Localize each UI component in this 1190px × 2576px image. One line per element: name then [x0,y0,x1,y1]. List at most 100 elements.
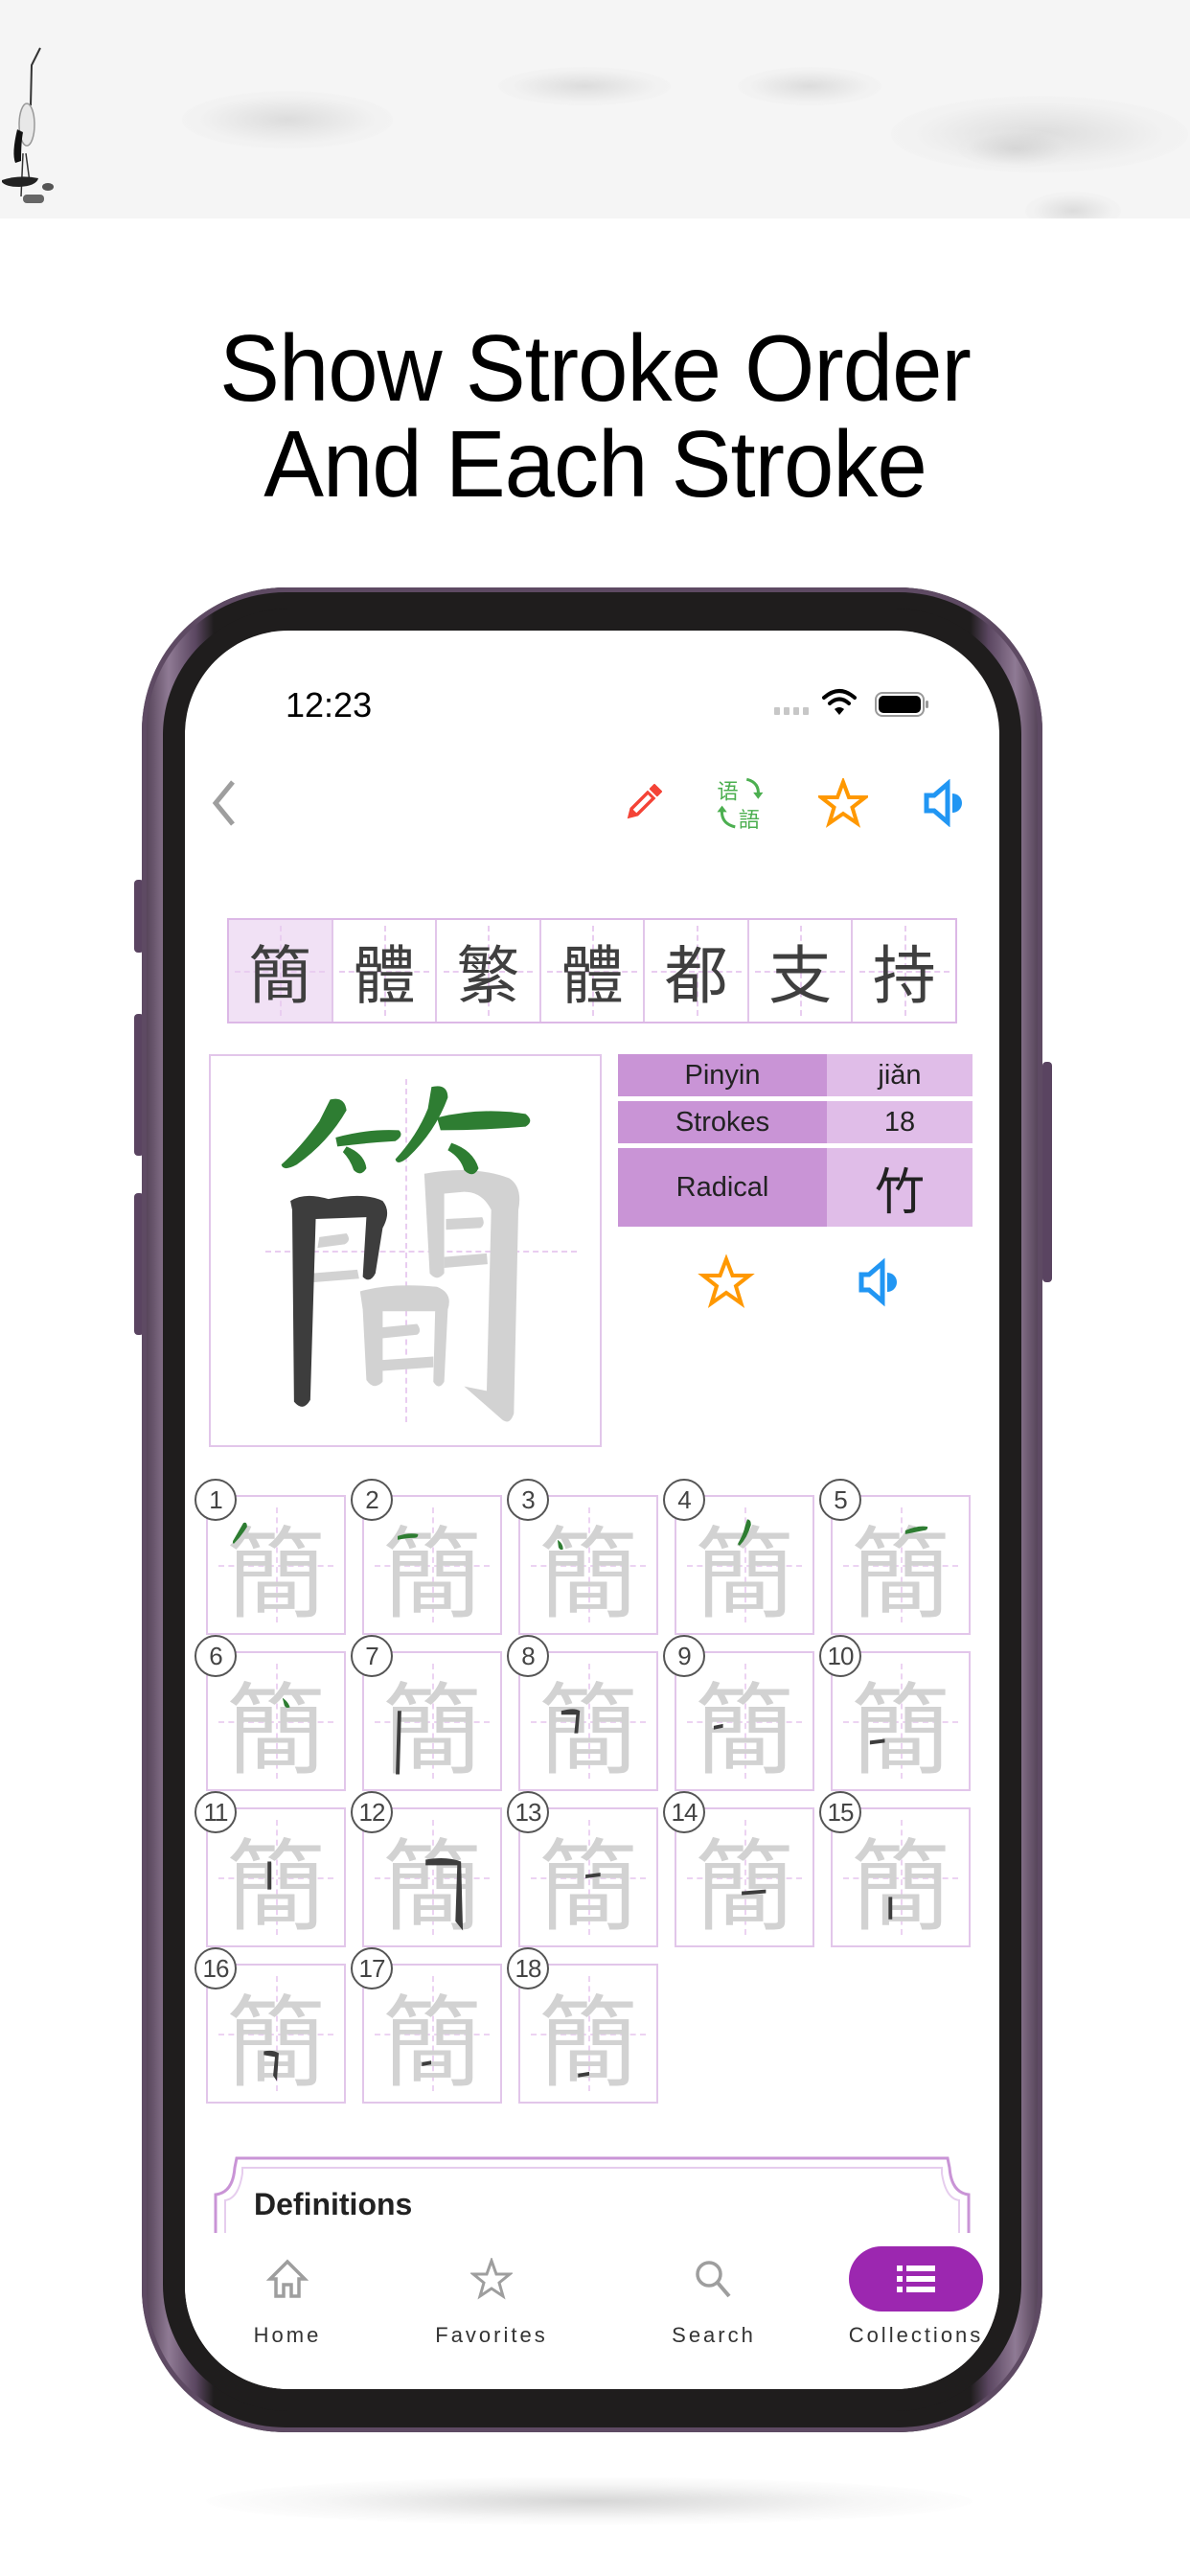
stroke-step-highlight [904,1526,928,1534]
tab-search[interactable]: Search [628,2233,800,2348]
tab-search-label: Search [672,2323,756,2347]
stroke-step-number: 18 [507,1947,549,1990]
stroke-step-number: 13 [507,1791,549,1833]
crane-painting-icon [2,47,54,203]
pronounce-button[interactable] [915,774,973,832]
stroke-step-number: 10 [819,1635,861,1677]
highlighted-stroke [742,1889,767,1896]
character-strip-glyph: 都 [664,939,728,1013]
highlighted-stroke [904,1526,928,1534]
convert-glyph-top: 语 [717,780,738,805]
stroke-step-highlight [869,1738,885,1745]
stroke-step-highlight [267,1861,272,1890]
convert-glyph-bottom: 語 [739,808,760,833]
tab-home[interactable]: Home [201,2233,374,2348]
radical-label: Radical [618,1148,827,1227]
highlighted-stroke [888,1897,893,1920]
character-strip-item[interactable]: 都 [645,920,749,1022]
stroke-step-number: 8 [507,1635,549,1677]
highlighted-strokes [281,1086,531,1175]
strokes-value: 18 [827,1101,973,1143]
wifi-icon [822,689,857,715]
mist-cloud [1025,192,1121,218]
battery-icon [875,692,928,717]
speaker-icon [924,779,962,827]
phone-shadow [206,2477,973,2525]
highlighted-stroke [561,1709,581,1734]
stroke-step-highlight [422,2060,432,2067]
info-row-radical: Radical 竹 [618,1148,973,1227]
stroke-step-number: 5 [819,1479,861,1521]
highlighted-stroke [425,1857,464,1931]
stroke-step-highlight [396,1711,401,1775]
tab-collections[interactable]: Collections [830,2233,999,2348]
highlighted-stroke [738,1519,751,1546]
character-strip-item[interactable]: 持 [853,920,955,1022]
character-strip: 簡體繁體都支持 [227,918,957,1024]
stroke-step-highlight [578,2071,589,2078]
mist-cloud [738,67,881,105]
stroke-step-number: 4 [663,1479,705,1521]
stroke-step-number: 16 [195,1947,237,1990]
stroke-step-highlight [425,1857,464,1931]
stroke-step-highlight [557,1539,563,1551]
character-strip-item[interactable]: 繁 [437,920,541,1022]
search-icon [696,2261,731,2298]
tab-collections-icon-wrap [849,2246,983,2312]
definitions-title: Definitions [254,2187,413,2221]
pinyin-value: jiǎn [827,1054,973,1096]
back-button[interactable] [204,774,242,832]
character-strip-item[interactable]: 支 [749,920,854,1022]
pencil-icon [627,783,663,819]
highlighted-stroke [713,1723,723,1730]
stroke-step-highlight [561,1709,581,1734]
info-row-pinyin: Pinyin jiǎn [618,1054,973,1096]
info-row-strokes: Strokes 18 [618,1101,973,1143]
star-outline-icon [470,2258,513,2300]
stroke-step-highlight [585,1873,601,1878]
tab-favorites-label: Favorites [435,2323,548,2347]
stroke-step-number: 9 [663,1635,705,1677]
character-strip-glyph: 繁 [456,939,520,1013]
character-strip-item[interactable]: 體 [541,920,646,1022]
phone-screen: 12:23 语 語 簡 體 繁 體 都 支 持 Pinyin jiǎn Stro… [185,631,999,2389]
mountain-mist [958,129,1073,168]
mist-cloud [498,67,671,105]
favorite-button[interactable] [814,774,872,832]
list-icon [897,2266,935,2292]
tab-favorites-icon-wrap [424,2246,559,2312]
stroke-step-highlight [232,1522,247,1544]
character-strip-item[interactable]: 簡 [229,920,333,1022]
stroke-step-highlight [282,1697,290,1709]
stroke-step-highlight [888,1897,893,1920]
highlighted-stroke [585,1873,601,1878]
stroke-step-number: 11 [195,1791,237,1833]
highlighted-stroke [578,2071,589,2078]
highlighted-stroke [422,2060,432,2067]
tab-favorites[interactable]: Favorites [405,2233,578,2348]
tab-home-label: Home [253,2323,322,2347]
stroke-step-number: 6 [195,1635,237,1677]
play-pronunciation-button[interactable] [856,1254,904,1311]
character-strip-glyph: 持 [872,939,936,1013]
star-outline-icon [818,778,868,828]
stroke-step-highlight [742,1889,767,1896]
stroke-step-number: 3 [507,1479,549,1521]
edit-button[interactable] [614,774,672,832]
bottom-tab-bar: Home Favorites Search Collections [185,2233,999,2389]
convert-script-button[interactable]: 语 語 [714,774,771,833]
character-strip-glyph: 支 [768,939,833,1013]
highlighted-stroke [267,1861,272,1890]
main-character-glyph [281,1086,531,1422]
headline: Show Stroke Order And Each Stroke [24,321,1166,511]
stroke-step-number: 1 [195,1479,237,1521]
favorite-character-button[interactable] [698,1254,755,1311]
phone-power-button [1042,1062,1052,1282]
stroke-animation-box[interactable] [209,1054,602,1447]
character-strip-item[interactable]: 體 [333,920,438,1022]
stroke-step-number: 14 [663,1791,705,1833]
highlighted-stroke [396,1711,401,1775]
definitions-card: Definitions [214,2156,971,2233]
pinyin-label: Pinyin [618,1054,827,1096]
highlighted-stroke [398,1533,419,1540]
